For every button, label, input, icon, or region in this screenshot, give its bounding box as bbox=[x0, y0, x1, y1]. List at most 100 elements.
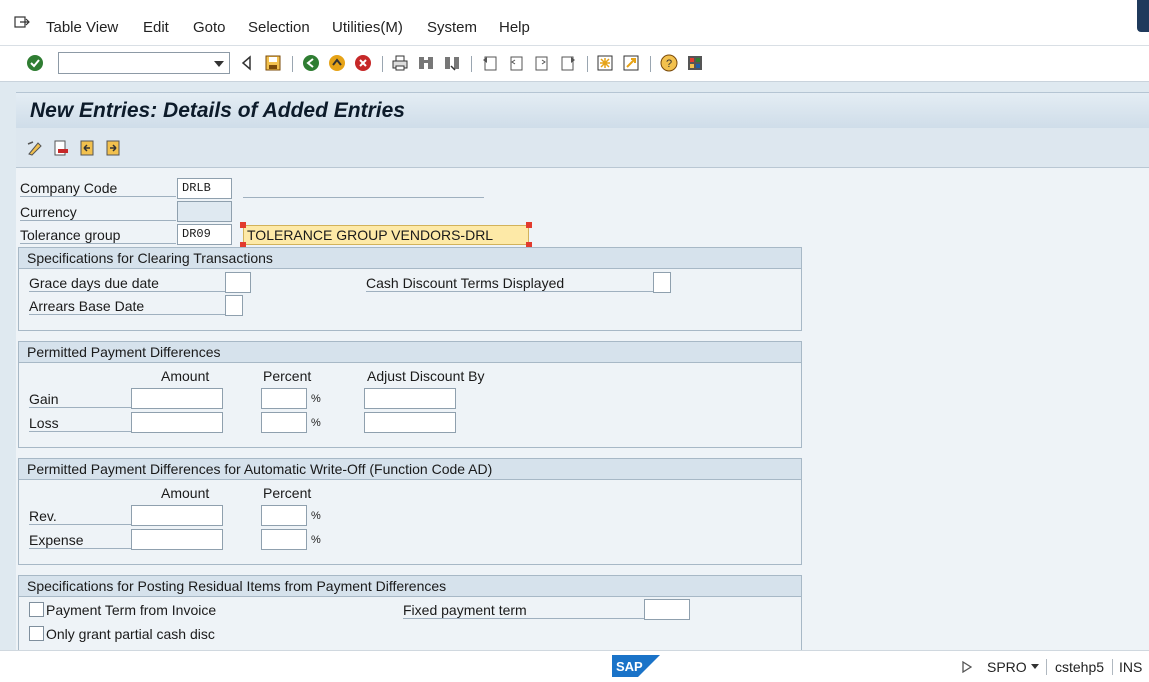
menu-goto[interactable]: Goto bbox=[193, 19, 226, 36]
rev-percent-field[interactable] bbox=[261, 505, 307, 526]
tolerance-group-description[interactable]: TOLERANCE GROUP VENDORS-DRL bbox=[243, 225, 529, 245]
toolbar-separator bbox=[587, 56, 588, 72]
insert-mode[interactable]: INS bbox=[1119, 659, 1142, 675]
gain-adjust-field[interactable] bbox=[364, 388, 456, 409]
loss-label: Loss bbox=[29, 415, 131, 432]
residual-items-group: Specifications for Posting Residual Item… bbox=[18, 575, 802, 655]
toolbar-separator bbox=[292, 56, 293, 72]
company-code-label: Company Code bbox=[20, 180, 176, 197]
residual-items-group-title: Specifications for Posting Residual Item… bbox=[19, 576, 801, 597]
company-name-line bbox=[243, 197, 484, 198]
save-icon[interactable] bbox=[264, 54, 282, 72]
loss-percent-field[interactable] bbox=[261, 412, 307, 433]
clearing-group: Specifications for Clearing Transactions… bbox=[18, 247, 802, 331]
loss-adjust-field[interactable] bbox=[364, 412, 456, 433]
menu-table-view[interactable]: Table View bbox=[46, 19, 118, 36]
tolerance-group-field[interactable]: DR09 bbox=[177, 224, 232, 245]
shortcut-icon[interactable] bbox=[622, 54, 640, 72]
menu-edit[interactable]: Edit bbox=[143, 19, 169, 36]
expense-percent-field[interactable] bbox=[261, 529, 307, 550]
grace-days-label: Grace days due date bbox=[29, 275, 225, 292]
fixed-payment-term-label: Fixed payment term bbox=[403, 602, 644, 619]
amount-column-header: Amount bbox=[161, 485, 210, 501]
next-entry-icon[interactable] bbox=[104, 139, 122, 157]
currency-label: Currency bbox=[20, 204, 176, 221]
arrears-base-date-label: Arrears Base Date bbox=[29, 298, 225, 315]
toolbar-separator bbox=[471, 56, 472, 72]
percent-symbol: % bbox=[311, 393, 321, 405]
write-off-group-title: Permitted Payment Differences for Automa… bbox=[19, 459, 801, 480]
print-icon[interactable] bbox=[391, 54, 409, 72]
change-display-icon[interactable] bbox=[26, 139, 44, 157]
delete-icon[interactable] bbox=[52, 139, 70, 157]
screen-title-bar: New Entries: Details of Added Entries bbox=[16, 92, 1149, 128]
status-separator bbox=[1046, 659, 1047, 675]
play-icon[interactable] bbox=[962, 661, 972, 673]
status-separator bbox=[1112, 659, 1113, 675]
enter-icon[interactable] bbox=[26, 54, 44, 72]
menu-utilities[interactable]: Utilities(M) bbox=[332, 19, 403, 36]
toolbar-separator bbox=[382, 56, 383, 72]
prev-page-icon[interactable] bbox=[507, 54, 525, 72]
find-next-icon[interactable] bbox=[443, 54, 461, 72]
sap-logo-icon: SAP bbox=[612, 655, 660, 677]
transaction-code[interactable]: SPRO bbox=[987, 659, 1027, 675]
exit-icon[interactable] bbox=[328, 54, 346, 72]
payment-term-checkbox[interactable] bbox=[29, 602, 44, 617]
window-corner bbox=[1137, 0, 1149, 32]
write-off-group: Permitted Payment Differences for Automa… bbox=[18, 458, 802, 565]
adjust-discount-column-header: Adjust Discount By bbox=[367, 368, 485, 384]
chevron-down-icon[interactable] bbox=[1031, 664, 1039, 669]
selection-handle bbox=[526, 222, 532, 228]
cancel-icon[interactable] bbox=[354, 54, 372, 72]
help-icon[interactable]: ? bbox=[660, 54, 678, 72]
partial-cash-disc-checkbox[interactable] bbox=[29, 626, 44, 641]
find-icon[interactable] bbox=[417, 54, 435, 72]
tolerance-group-label: Tolerance group bbox=[20, 227, 176, 244]
first-page-icon[interactable] bbox=[481, 54, 499, 72]
last-page-icon[interactable] bbox=[559, 54, 577, 72]
back-icon[interactable] bbox=[238, 54, 256, 72]
company-code-field[interactable]: DRLB bbox=[177, 178, 232, 199]
rev-label: Rev. bbox=[29, 508, 131, 525]
grace-days-field[interactable] bbox=[225, 272, 251, 293]
amount-column-header: Amount bbox=[161, 368, 210, 384]
percent-symbol: % bbox=[311, 417, 321, 429]
fixed-payment-term-field[interactable] bbox=[644, 599, 690, 620]
gain-label: Gain bbox=[29, 391, 131, 408]
clearing-group-title: Specifications for Clearing Transactions bbox=[19, 248, 801, 269]
payment-differences-title: Permitted Payment Differences bbox=[19, 342, 801, 363]
svg-text:?: ? bbox=[666, 58, 672, 70]
partial-cash-disc-label: Only grant partial cash disc bbox=[46, 626, 215, 642]
payment-differences-group: Permitted Payment Differences Amount Per… bbox=[18, 341, 802, 448]
gain-percent-field[interactable] bbox=[261, 388, 307, 409]
menu-system[interactable]: System bbox=[427, 19, 477, 36]
currency-field[interactable] bbox=[177, 201, 232, 222]
standard-toolbar: ? bbox=[0, 46, 1149, 82]
menu-selection[interactable]: Selection bbox=[248, 19, 310, 36]
percent-symbol: % bbox=[311, 510, 321, 522]
menu-exit-icon[interactable] bbox=[14, 16, 30, 28]
server-name: cstehp5 bbox=[1055, 659, 1105, 675]
cash-discount-terms-field[interactable] bbox=[653, 272, 671, 293]
rev-amount-field[interactable] bbox=[131, 505, 223, 526]
next-page-icon[interactable] bbox=[533, 54, 551, 72]
expense-amount-field[interactable] bbox=[131, 529, 223, 550]
toolbar-separator bbox=[650, 56, 651, 72]
loss-amount-field[interactable] bbox=[131, 412, 223, 433]
page-title: New Entries: Details of Added Entries bbox=[30, 99, 405, 122]
chevron-down-icon[interactable] bbox=[214, 61, 224, 67]
percent-column-header: Percent bbox=[263, 485, 312, 501]
previous-entry-icon[interactable] bbox=[78, 139, 96, 157]
selection-handle bbox=[240, 222, 246, 228]
arrears-base-date-field[interactable] bbox=[225, 295, 243, 316]
menu-bar: Table View Edit Goto Selection Utilities… bbox=[0, 0, 1149, 46]
menu-help[interactable]: Help bbox=[499, 19, 530, 36]
layout-icon[interactable] bbox=[686, 54, 704, 72]
command-field[interactable] bbox=[58, 52, 230, 74]
create-session-icon[interactable] bbox=[596, 54, 614, 72]
application-toolbar bbox=[16, 128, 1149, 168]
gain-amount-field[interactable] bbox=[131, 388, 223, 409]
back-green-icon[interactable] bbox=[302, 54, 320, 72]
payment-term-label: Payment Term from Invoice bbox=[46, 602, 217, 618]
